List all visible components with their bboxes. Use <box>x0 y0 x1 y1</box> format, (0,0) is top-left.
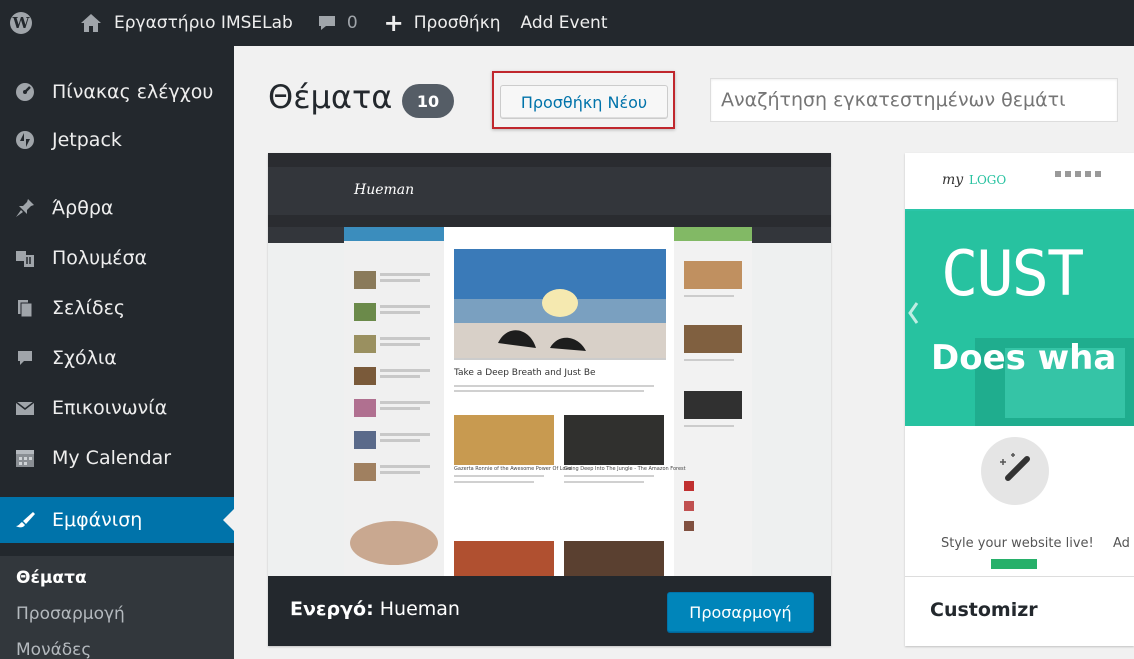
active-prefix: Ενεργό: <box>290 598 374 620</box>
wordpress-menu[interactable]: W <box>0 0 80 46</box>
customizr-footer: Customizr <box>905 576 1134 646</box>
menu-comments-label: Σχόλια <box>52 347 117 369</box>
menu-comments[interactable]: Σχόλια <box>0 335 234 381</box>
menu-my-calendar[interactable]: My Calendar <box>0 435 234 481</box>
customizr-tagline: Does wha <box>931 338 1117 378</box>
theme-search-input[interactable] <box>710 78 1118 122</box>
active-menu-arrow <box>223 509 234 531</box>
active-theme-label: Ενεργό: Hueman <box>290 598 460 620</box>
customizr-theme-name: Customizr <box>930 599 1038 621</box>
add-new-theme-button[interactable]: Προσθήκη Νέου <box>500 85 668 119</box>
theme-card-active[interactable]: Hueman Take a Deep Breath and Just Be Ga… <box>268 153 831 646</box>
hueman-logo-text: Hueman <box>354 182 415 198</box>
media-icon <box>14 247 36 269</box>
menu-jetpack[interactable]: Jetpack <box>0 117 234 163</box>
site-name: Εργαστήριο IMSELab <box>114 13 293 33</box>
submenu-widgets[interactable]: Μονάδες <box>16 640 91 659</box>
menu-media[interactable]: Πολυμέσα <box>0 235 234 281</box>
comments-link[interactable]: 0 <box>293 0 384 46</box>
menu-contact[interactable]: Επικοινωνία <box>0 385 234 431</box>
menu-pages-label: Σελίδες <box>52 297 125 319</box>
submenu-themes[interactable]: Θέματα <box>16 568 87 588</box>
wordpress-logo-icon[interactable]: W <box>10 12 32 34</box>
customizr-logo-my: my <box>942 172 964 188</box>
menu-contact-label: Επικοινωνία <box>52 397 168 419</box>
submenu-customize[interactable]: Προσαρμογή <box>16 604 125 624</box>
menu-my-calendar-label: My Calendar <box>52 447 172 469</box>
menu-posts[interactable]: Άρθρα <box>0 185 234 231</box>
appearance-icon <box>14 509 36 531</box>
theme-count-badge: 10 <box>402 84 454 118</box>
customizr-logo-text: LOGO <box>969 173 1007 187</box>
menu-dashboard[interactable]: Πίνακας ελέγχου <box>0 69 234 115</box>
menu-pages[interactable]: Σελίδες <box>0 285 234 331</box>
admin-bar: W Εργαστήριο IMSELab 0 + Προσθήκη Add Ev… <box>0 0 1134 46</box>
dashboard-icon <box>14 81 36 103</box>
menu-dashboard-label: Πίνακας ελέγχου <box>52 81 214 103</box>
add-event-link[interactable]: Add Event <box>520 0 607 46</box>
site-name-link[interactable]: Εργαστήριο IMSELab <box>80 0 293 46</box>
menu-posts-label: Άρθρα <box>52 197 114 219</box>
theme-screenshot-customizr[interactable]: my LOGO CUST Does wha Style your website… <box>905 153 1134 576</box>
theme-card-customizr[interactable]: my LOGO CUST Does wha Style your website… <box>905 153 1134 646</box>
page-title: Θέματα <box>268 78 393 116</box>
menu-media-label: Πολυμέσα <box>52 247 148 269</box>
pages-icon <box>14 297 36 319</box>
calendar-icon <box>14 447 36 469</box>
plus-icon: + <box>383 9 404 37</box>
theme-screenshot-hueman[interactable]: Hueman Take a Deep Breath and Just Be Ga… <box>268 153 831 576</box>
active-theme-footer: Ενεργό: Hueman Προσαρμογή <box>268 576 831 646</box>
mail-icon <box>14 397 36 419</box>
appearance-submenu: Θέματα Προσαρμογή Μονάδες <box>0 556 234 659</box>
jetpack-icon <box>14 129 36 151</box>
hueman-post2-title: Gazerta Ronnie of the Awesome Power Of L… <box>454 466 572 472</box>
new-content-label: Προσθήκη <box>413 13 501 33</box>
pin-icon <box>14 197 36 219</box>
new-content-link[interactable]: + Προσθήκη <box>384 0 521 46</box>
menu-appearance[interactable]: Εμφάνιση <box>0 497 234 543</box>
comments-count: 0 <box>346 13 358 33</box>
hueman-post-title: Take a Deep Breath and Just Be <box>454 368 596 378</box>
hueman-post3-title: Going Deep Into The Jungle - The Amazon … <box>564 466 686 472</box>
comment-icon <box>14 347 36 369</box>
active-theme-name: Hueman <box>379 598 460 620</box>
customizr-hero-text: CUST <box>941 237 1084 310</box>
menu-jetpack-label: Jetpack <box>52 129 122 151</box>
home-icon <box>81 14 101 32</box>
add-event-label: Add Event <box>520 13 608 33</box>
customizr-feature-text: Style your website live! <box>941 536 1094 551</box>
customize-button[interactable]: Προσαρμογή <box>667 592 814 632</box>
comment-bubble-icon <box>318 16 335 30</box>
menu-appearance-label: Εμφάνιση <box>52 509 143 531</box>
admin-sidebar: Πίνακας ελέγχου Jetpack Άρθρα Πολυμέσα Σ… <box>0 46 234 659</box>
customizr-feature2-text: Ad <box>1113 536 1130 551</box>
